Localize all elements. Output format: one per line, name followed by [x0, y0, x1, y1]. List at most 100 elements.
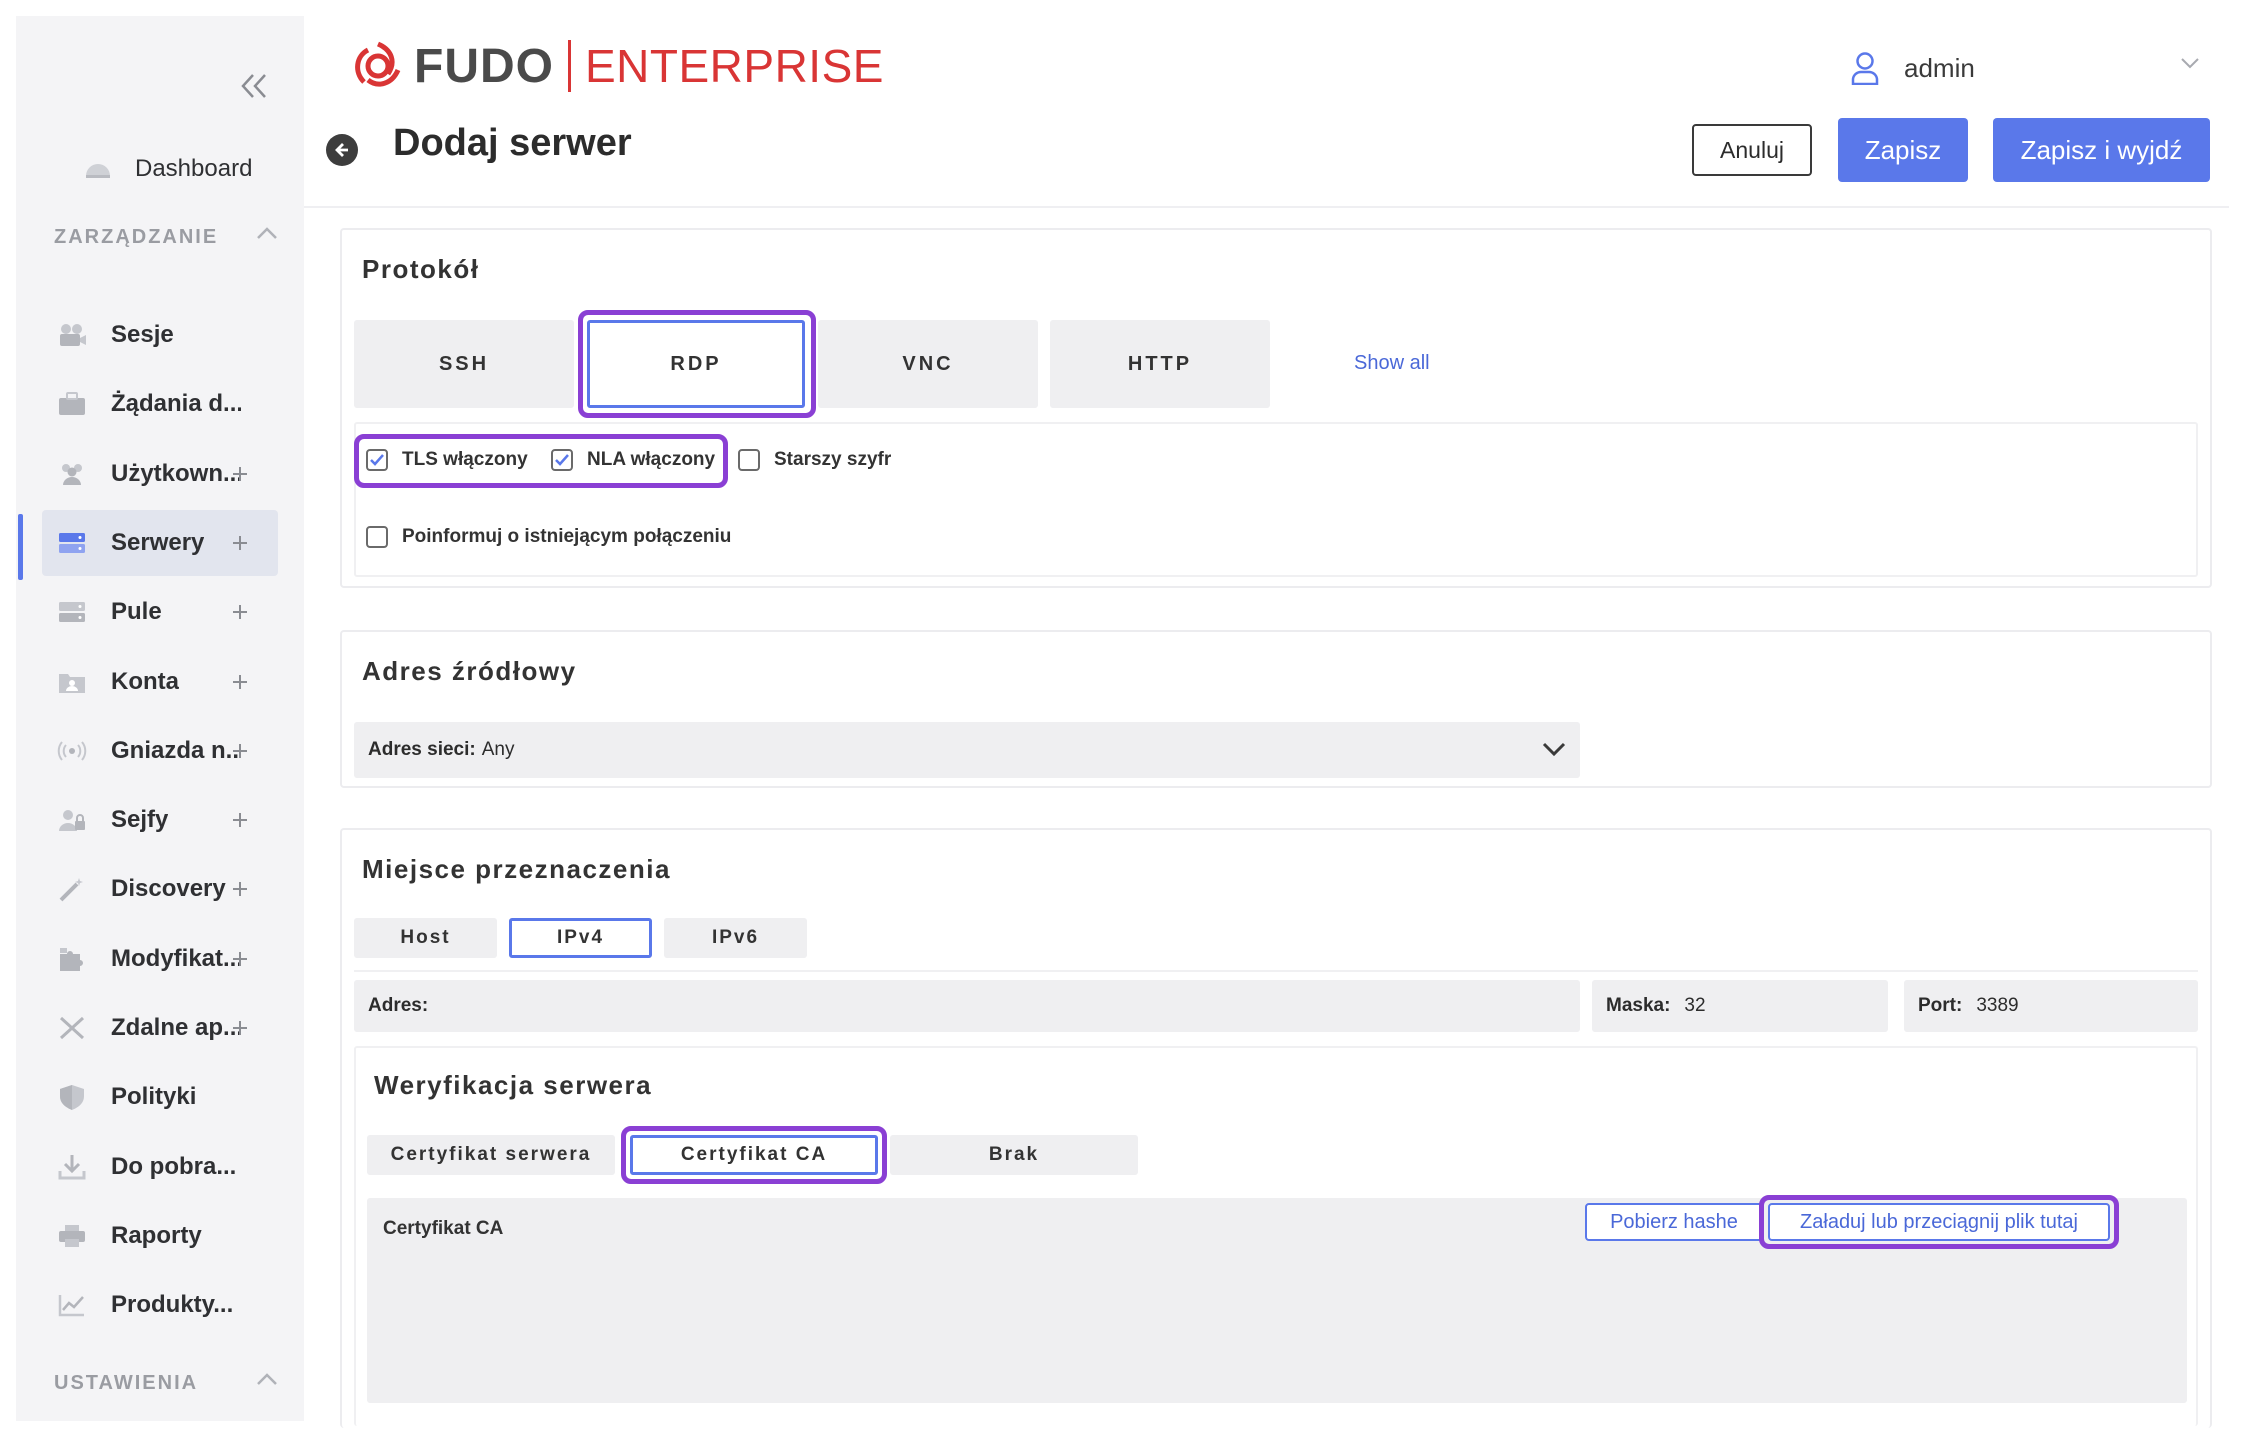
sidebar-item-7[interactable]: Sejfy [42, 787, 278, 853]
notify-connection-label: Poinformuj o istniejącym połączeniu [402, 526, 732, 547]
pool-icon [54, 594, 90, 630]
users-icon [54, 456, 90, 492]
sidebar-item-0[interactable]: Sesje [42, 302, 278, 368]
network-address-select[interactable]: Adres sieci: Any [354, 722, 1580, 778]
sidebar-item-9[interactable]: Modyfikat... [42, 926, 278, 992]
arrow-left-icon [335, 143, 348, 157]
protocol-title: Protokół [362, 254, 480, 284]
sidebar-item-label: Polityki [111, 1083, 197, 1110]
briefcase-icon [54, 386, 90, 422]
network-address-label: Adres sieci: [368, 739, 476, 760]
protocol-options-panel [354, 422, 2198, 577]
sidebar-item-label: Discovery [111, 875, 226, 902]
sidebar-item-13[interactable]: Raporty [42, 1203, 278, 1269]
sidebar-item-14[interactable]: Produkty... [42, 1272, 278, 1338]
sidebar-item-8[interactable]: Discovery [42, 856, 278, 922]
fudo-logo: FUDO ENTERPRISE [352, 36, 884, 96]
checkbox-checked-icon [551, 449, 573, 471]
logo-edition: ENTERPRISE [584, 40, 884, 92]
logo-text: FUDO [414, 39, 554, 93]
back-button[interactable] [326, 134, 358, 166]
sidebar-item-12[interactable]: Do pobra... [42, 1134, 278, 1200]
legacy-cipher-checkbox[interactable]: Starszy szyfr [738, 449, 891, 471]
port-input[interactable]: Port: 3389 [1904, 980, 2198, 1032]
puzzle-icon [54, 941, 90, 977]
server-verification-title: Weryfikacja serwera [374, 1070, 653, 1100]
tab-rdp[interactable]: RDP [587, 320, 805, 408]
cancel-button[interactable]: Anuluj [1692, 124, 1812, 176]
tab-ca-certificate[interactable]: Certyfikat CA [630, 1135, 878, 1175]
plus-icon[interactable] [228, 670, 252, 694]
upload-file-button[interactable]: Załaduj lub przeciągnij plik tutaj [1768, 1203, 2110, 1241]
plus-icon[interactable] [228, 947, 252, 971]
download-icon [54, 1149, 90, 1185]
sidebar-item-3[interactable]: Serwery [42, 510, 278, 576]
tab-ipv4[interactable]: IPv4 [509, 918, 652, 958]
sidebar-item-label: Serwery [111, 529, 205, 556]
active-indicator [18, 514, 23, 580]
tab-http[interactable]: HTTP [1050, 320, 1270, 408]
sidebar-item-dashboard[interactable]: Dashboard [42, 136, 278, 202]
sidebar-item-4[interactable]: Pule [42, 579, 278, 645]
sidebar-item-label: Sejfy [111, 806, 169, 833]
sidebar-item-label: Dashboard [135, 155, 253, 182]
mask-input[interactable]: Maska: 32 [1592, 980, 1888, 1032]
nla-label: NLA włączony [587, 449, 716, 470]
plus-icon[interactable] [228, 739, 252, 763]
section-management-heading: ZARZĄDZANIE [54, 226, 219, 248]
plus-icon[interactable] [228, 808, 252, 832]
sidebar-item-label: Raporty [111, 1222, 202, 1249]
user-menu[interactable]: admin [1850, 48, 1975, 88]
tab-ipv6[interactable]: IPv6 [664, 918, 807, 958]
download-hashes-button[interactable]: Pobierz hashe [1585, 1203, 1763, 1241]
collapse-sidebar-icon[interactable] [224, 56, 284, 116]
destination-title: Miejsce przeznaczenia [362, 854, 671, 884]
sidebar-item-5[interactable]: Konta [42, 649, 278, 715]
nla-checkbox[interactable]: NLA włączony [551, 449, 715, 471]
plus-icon[interactable] [228, 462, 252, 486]
logo-separator [567, 40, 571, 92]
shield-icon [54, 1079, 90, 1115]
tab-none[interactable]: Brak [890, 1135, 1138, 1175]
tls-checkbox[interactable]: TLS włączony [366, 449, 528, 471]
sidebar-item-2[interactable]: Użytkown... [42, 441, 278, 507]
tab-vnc[interactable]: VNC [818, 320, 1038, 408]
save-and-exit-button[interactable]: Zapisz i wyjdź [1993, 118, 2210, 182]
camera-icon [54, 317, 90, 353]
safe-icon [54, 802, 90, 838]
checkbox-unchecked-icon [738, 449, 760, 471]
chevron-up-icon[interactable] [252, 218, 282, 248]
plus-icon[interactable] [228, 600, 252, 624]
sidebar-item-6[interactable]: Gniazda n... [42, 718, 278, 784]
plus-icon[interactable] [228, 531, 252, 555]
ca-certificate-label: Certyfikat CA [383, 1218, 504, 1239]
chevron-down-icon [1542, 742, 1566, 757]
tls-label: TLS włączony [402, 449, 528, 470]
show-all-link[interactable]: Show all [1354, 352, 1430, 375]
chevron-down-icon[interactable] [2180, 56, 2200, 74]
printer-icon [54, 1218, 90, 1254]
save-button[interactable]: Zapisz [1838, 118, 1968, 182]
port-value: 3389 [1976, 995, 2019, 1016]
sidebar-item-label: Do pobra... [111, 1153, 237, 1180]
dashboard-icon [80, 151, 116, 187]
mask-label: Maska: [1606, 995, 1671, 1016]
chart-icon [54, 1287, 90, 1323]
tab-host[interactable]: Host [354, 918, 497, 958]
tab-server-certificate[interactable]: Certyfikat serwera [367, 1135, 615, 1175]
sidebar-item-10[interactable]: Zdalne ap... [42, 995, 278, 1061]
tab-ssh[interactable]: SSH [354, 320, 574, 408]
wand-icon [54, 871, 90, 907]
sidebar-item-label: Gniazda n... [111, 737, 241, 764]
sidebar-item-label: Konta [111, 668, 179, 695]
legacy-cipher-label: Starszy szyfr [774, 449, 892, 470]
sidebar-item-11[interactable]: Polityki [42, 1064, 278, 1130]
notify-connection-checkbox[interactable]: Poinformuj o istniejącym połączeniu [366, 526, 731, 548]
page-title: Dodaj serwer [393, 122, 632, 164]
chevron-up-icon[interactable] [252, 1364, 282, 1394]
divider [304, 206, 2229, 208]
plus-icon[interactable] [228, 877, 252, 901]
plus-icon[interactable] [228, 1016, 252, 1040]
address-input[interactable]: Adres: [354, 980, 1580, 1032]
sidebar-item-1[interactable]: Żądania d... [42, 371, 278, 437]
